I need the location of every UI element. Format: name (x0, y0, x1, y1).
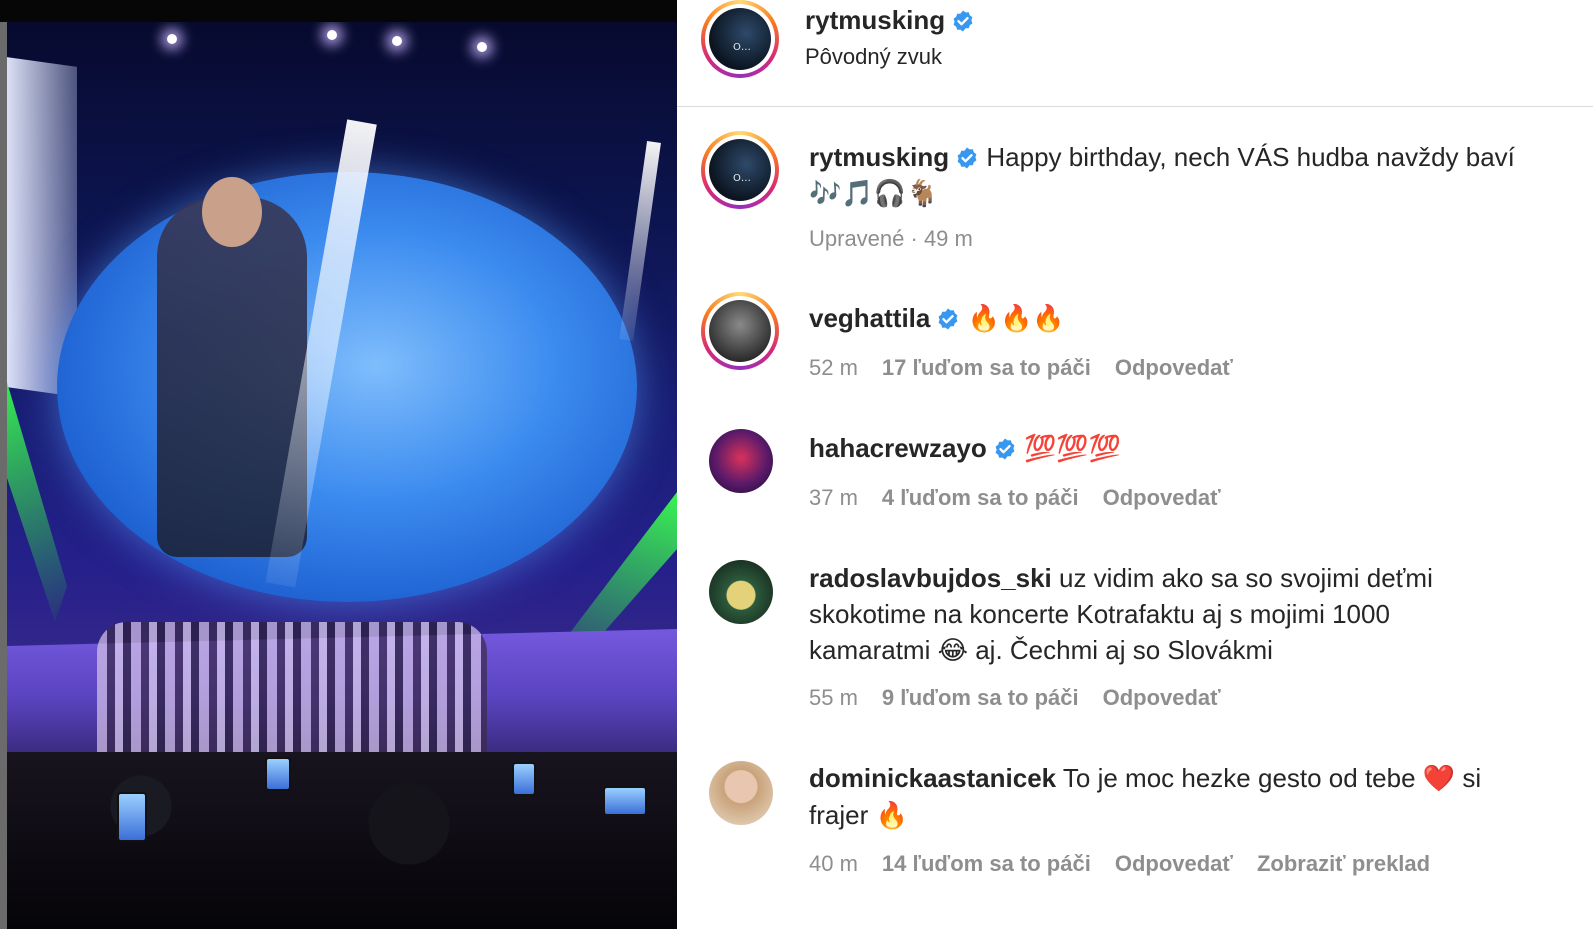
comment-likes[interactable]: 4 ľuďom sa to páči (882, 485, 1079, 510)
video-top-strip (0, 0, 677, 22)
reply-button[interactable]: Odpovedať (1115, 851, 1233, 876)
post-sidebar: O… rytmusking Pôvodný zvuk O… rytmusking… (677, 0, 1593, 929)
dancers-group (97, 622, 487, 762)
laughing-emoji: 😂 (937, 636, 968, 666)
comment-body-line3a: kamaratmi (809, 635, 931, 665)
avatar-image: O… (709, 139, 771, 201)
stage-light (167, 34, 177, 44)
audience-phone (265, 757, 291, 791)
stage-light (327, 30, 337, 40)
comment-likes[interactable]: 9 ľuďom sa to páči (882, 685, 1079, 710)
caption-text: rytmusking Happy birthday, nech VÁS hudb… (809, 139, 1515, 212)
stage-light (477, 42, 487, 52)
audience-phone (512, 762, 536, 796)
comment-text: veghattila 🔥🔥🔥 (809, 300, 1065, 337)
fire-emoji: 🔥 (875, 801, 908, 831)
stage-light (392, 36, 402, 46)
comment-body: 💯💯💯 (1023, 434, 1122, 464)
comment-likes[interactable]: 14 ľuďom sa to páči (882, 851, 1091, 876)
green-laser-left (7, 382, 67, 622)
video-left-edge (0, 22, 7, 929)
reply-button[interactable]: Odpovedať (1115, 355, 1233, 380)
caption-body: Happy birthday, nech VÁS hudba navždy ba… (986, 142, 1515, 172)
verified-badge-icon (936, 307, 960, 331)
concert-video-frame[interactable] (7, 22, 677, 929)
comment-body-line2: frajer (809, 800, 869, 830)
avatar-image: O… (709, 8, 771, 70)
heart-emoji: ❤️ (1422, 764, 1456, 794)
comment-body-a: To je moc hezke gesto od tebe (1062, 763, 1416, 793)
audience-phone (117, 792, 147, 842)
caption-emojis: 🎶🎵🎧🐐 (809, 179, 939, 209)
verified-badge-icon (955, 146, 979, 170)
reply-button[interactable]: Odpovedať (1103, 685, 1221, 710)
comment-avatar-hahacrewzayo[interactable] (709, 429, 773, 493)
comment-meta: 52 m 17 ľuďom sa to páči Odpovedať (809, 355, 1257, 381)
light-beam (619, 141, 661, 342)
comment-username[interactable]: hahacrewzayo (809, 433, 987, 463)
comment-avatar-radoslavbujdos_ski[interactable] (709, 560, 773, 624)
comment-text: radoslavbujdos_ski uz vidim ako sa so sv… (809, 560, 1433, 669)
comment-meta: 37 m 4 ľuďom sa to páči Odpovedať (809, 485, 1245, 511)
comment-time[interactable]: 37 m (809, 485, 858, 510)
comment-meta: 40 m 14 ľuďom sa to páči Odpovedať Zobraziť… (809, 851, 1454, 877)
header-avatar[interactable]: O… (701, 0, 779, 78)
comment-time[interactable]: 40 m (809, 851, 858, 876)
performer-head (202, 177, 262, 247)
comment-username[interactable]: veghattila (809, 303, 930, 333)
comment-body: 🔥🔥🔥 (967, 304, 1065, 334)
audience-phone (603, 786, 647, 816)
comment-meta: 55 m 9 ľuďom sa to páči Odpovedať (809, 685, 1245, 711)
caption-avatar[interactable]: O… (701, 131, 779, 209)
translate-button[interactable]: Zobraziť preklad (1257, 851, 1430, 876)
comment-username[interactable]: radoslavbujdos_ski (809, 563, 1052, 593)
comment-avatar-veghattila[interactable] (701, 292, 779, 370)
post-header: O… rytmusking Pôvodný zvuk (677, 0, 1593, 107)
video-player[interactable] (0, 0, 677, 929)
comment-text: dominickaastanicek To je moc hezke gesto… (809, 760, 1481, 834)
header-username[interactable]: rytmusking (805, 5, 945, 35)
comment-time[interactable]: 52 m (809, 355, 858, 380)
caption-username[interactable]: rytmusking (809, 142, 949, 172)
verified-badge-icon (951, 9, 975, 33)
comment-time[interactable]: 55 m (809, 685, 858, 710)
comment-username[interactable]: dominickaastanicek (809, 763, 1056, 793)
audio-label[interactable]: Pôvodný zvuk (805, 44, 942, 70)
verified-badge-icon (993, 437, 1017, 461)
comment-avatar-dominickaastanicek[interactable] (709, 761, 773, 825)
audience-crowd (7, 752, 677, 929)
comment-body-line3b: aj. Čechmi aj so Slovákmi (975, 635, 1273, 665)
comment-body-b: si (1462, 763, 1482, 793)
comment-likes[interactable]: 17 ľuďom sa to páči (882, 355, 1091, 380)
comment-text: hahacrewzayo 💯💯💯 (809, 430, 1121, 467)
comment-body-line2: skokotime na koncerte Kotrafaktu aj s mo… (809, 599, 1390, 629)
reply-button[interactable]: Odpovedať (1103, 485, 1221, 510)
avatar-image (709, 300, 771, 362)
comment-body-line1: uz vidim ako sa so svojimi deťmi (1059, 563, 1433, 593)
header-username-row: rytmusking (805, 5, 975, 36)
caption-meta: Upravené · 49 m (809, 226, 973, 251)
